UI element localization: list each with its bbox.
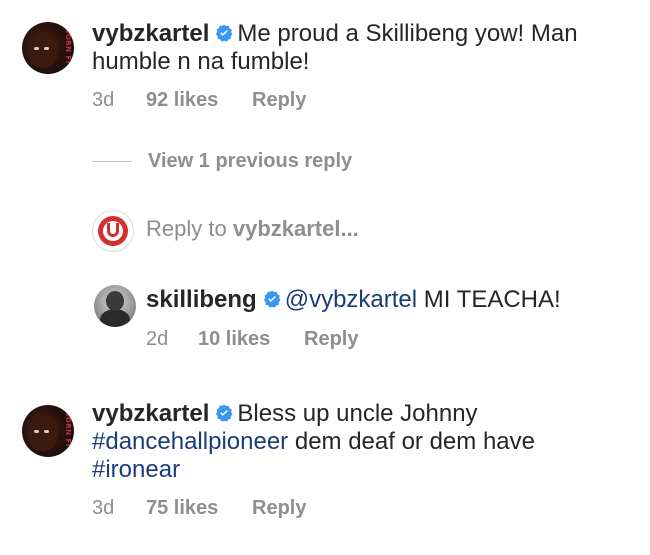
reply-meta: 2d 10 likes Reply — [146, 328, 358, 351]
comment-text-part: Bless up uncle Johnny — [237, 400, 478, 427]
avatar-eye — [44, 47, 49, 50]
reply-body: skillibeng @vybzkartel MI TEACHA! — [146, 286, 626, 314]
reply-input-prefix: Reply to — [146, 216, 227, 241]
avatar-eye — [34, 430, 39, 433]
verified-badge-icon — [216, 24, 233, 42]
comment-username[interactable]: vybzkartel — [92, 20, 209, 47]
reply-text: MI TEACHA! — [423, 286, 561, 313]
reply-mention[interactable]: @vybzkartel — [285, 286, 417, 313]
comment-text-part: dem deaf or dem have — [294, 428, 535, 455]
avatar-face — [28, 32, 58, 68]
avatar-face — [28, 415, 58, 451]
hashtag-link[interactable]: #ironear — [92, 456, 180, 483]
reply-likes[interactable]: 10 likes — [198, 328, 304, 351]
avatar-eye — [44, 430, 49, 433]
avatar-vybzkartel[interactable]: BORN FI — [22, 22, 74, 74]
comment-time: 3d — [92, 497, 115, 519]
comment-time: 3d — [92, 89, 115, 111]
comment-likes[interactable]: 92 likes — [146, 89, 252, 112]
reply-button[interactable]: Reply — [252, 89, 306, 112]
comment-meta: 3d 92 likes Reply — [92, 89, 306, 112]
reply-username[interactable]: skillibeng — [146, 286, 257, 313]
avatar-eye — [34, 47, 39, 50]
avatar-text: BORN FI — [64, 28, 72, 64]
reply-input-target: vybzkartel... — [232, 216, 359, 241]
verified-badge-icon — [263, 290, 281, 308]
my-avatar — [92, 210, 134, 252]
hashtag-link[interactable]: #dancehallpioneer — [92, 428, 288, 455]
divider-line — [92, 161, 132, 162]
reply-input[interactable]: Reply to vybzkartel... — [146, 216, 359, 242]
view-replies[interactable]: View 1 previous reply — [92, 150, 352, 173]
avatar-body — [100, 309, 130, 327]
reply-button[interactable]: Reply — [252, 497, 306, 520]
avatar-skillibeng[interactable] — [94, 285, 136, 327]
comment-body: vybzkartel Me proud a Skillibeng yow! Man… — [92, 20, 612, 76]
reply-time: 2d — [146, 328, 169, 350]
comment-username[interactable]: vybzkartel — [92, 400, 209, 427]
avatar-glyph — [107, 223, 119, 237]
reply-button[interactable]: Reply — [304, 328, 358, 351]
avatar-head — [106, 291, 124, 311]
avatar-text: BORN FI — [64, 411, 72, 447]
comment-body: vybzkartel Bless up uncle Johnny #dancehal… — [92, 400, 612, 484]
comment-likes[interactable]: 75 likes — [146, 497, 252, 520]
avatar-vybzkartel[interactable]: BORN FI — [22, 405, 74, 457]
verified-badge-icon — [216, 404, 233, 422]
comment-meta: 3d 75 likes Reply — [92, 497, 306, 520]
view-replies-label[interactable]: View 1 previous reply — [148, 150, 352, 173]
